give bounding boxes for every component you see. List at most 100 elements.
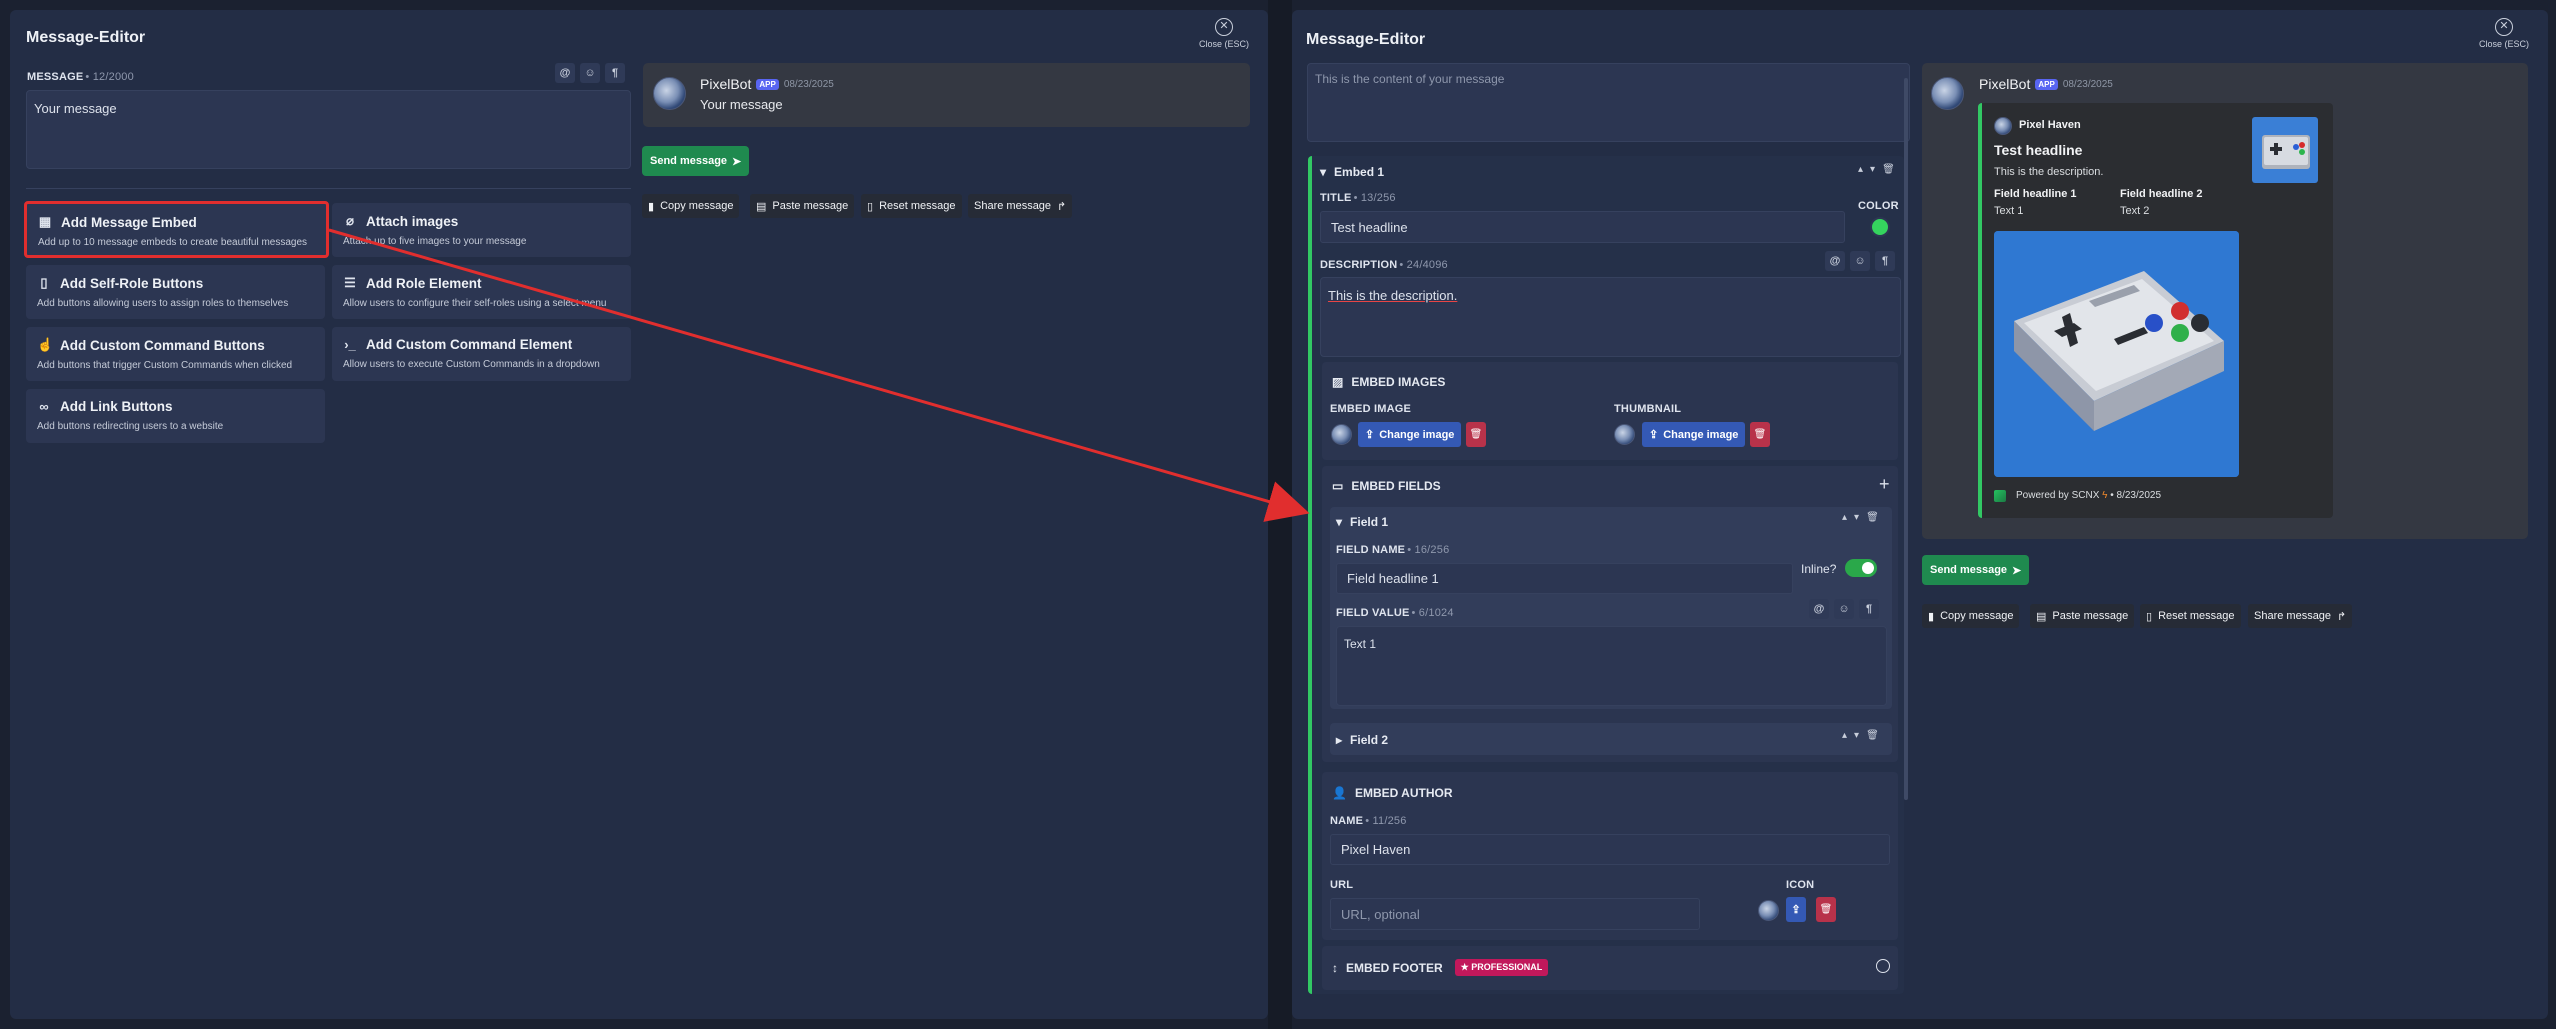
- action-title: Add Link Buttons: [60, 399, 173, 414]
- author-url-input[interactable]: URL, optional: [1330, 898, 1700, 930]
- delete-icon[interactable]: 🗑: [1882, 164, 1895, 175]
- embed-footer-header: ↕ EMBED FOOTER ★ PROFESSIONAL: [1332, 959, 1549, 976]
- move-up-icon[interactable]: ▴: [1842, 730, 1847, 741]
- action-desc: Add buttons allowing users to assign rol…: [37, 298, 289, 309]
- attach-images-button[interactable]: ⌀ Attach images Attach up to five images …: [332, 203, 631, 257]
- add-self-role-buttons-button[interactable]: ▯ Add Self-Role Buttons Add buttons allow…: [26, 265, 325, 319]
- color-picker[interactable]: [1870, 217, 1890, 237]
- mention-icon[interactable]: @: [1809, 599, 1829, 619]
- field-2-editor: [1330, 723, 1892, 755]
- copy-message-button[interactable]: ▮ Copy message: [1922, 604, 2020, 628]
- copy-message-button[interactable]: ▮ Copy message: [642, 194, 740, 218]
- share-icon: ↱: [2337, 610, 2347, 623]
- add-message-embed-button[interactable]: ▦ Add Message Embed Add up to 10 message …: [24, 201, 329, 258]
- message-date: 08/23/2025: [783, 78, 834, 90]
- markdown-icon[interactable]: ¶: [1875, 251, 1895, 271]
- change-thumbnail-button[interactable]: ⇪ Change image: [1642, 422, 1746, 447]
- inline-toggle[interactable]: [1845, 559, 1877, 577]
- emoji-icon[interactable]: ☺: [1850, 251, 1870, 271]
- left-close-button[interactable]: ✕ Close (ESC): [1194, 18, 1254, 49]
- user-icon: 👤: [1332, 786, 1347, 800]
- delete-embed-image-button[interactable]: 🗑: [1466, 422, 1486, 447]
- reset-message-button[interactable]: ▯ Reset message: [861, 194, 962, 218]
- move-down-icon[interactable]: ▾: [1870, 164, 1875, 175]
- pointer-icon: ☝: [37, 337, 54, 352]
- preview-header: PixelBot APP 08/23/2025: [1979, 76, 2113, 92]
- embed-header[interactable]: ▾ Embed 1: [1320, 165, 1384, 179]
- editor-scrollbar[interactable]: [1904, 78, 1908, 800]
- embed-footer-label: EMBED FOOTER: [1346, 960, 1443, 975]
- copy-label: Copy message: [660, 200, 734, 212]
- embed-image: [1994, 231, 2239, 477]
- embed-image-preview: [1331, 424, 1352, 445]
- message-input[interactable]: This is the content of your message: [1307, 63, 1910, 142]
- send-message-button[interactable]: Send message ➤: [1922, 555, 2030, 585]
- author-name-label: NAME • 11/256: [1330, 815, 1407, 827]
- title-label-text: TITLE: [1320, 192, 1352, 204]
- emoji-icon[interactable]: ☺: [580, 63, 600, 83]
- change-embed-image-button[interactable]: ⇪ Change image: [1358, 422, 1462, 447]
- mention-icon[interactable]: @: [1825, 251, 1845, 271]
- paste-message-button[interactable]: ▤ Paste message: [2030, 604, 2135, 628]
- field-2-header[interactable]: ▸ Field 2: [1336, 733, 1388, 747]
- share-message-button[interactable]: Share message ↱: [968, 194, 1073, 218]
- message-input[interactable]: Your message: [26, 90, 631, 169]
- delete-thumbnail-button[interactable]: 🗑: [1750, 422, 1770, 447]
- markdown-icon[interactable]: ¶: [605, 63, 625, 83]
- reset-message-button[interactable]: ▯ Reset message: [2140, 604, 2241, 628]
- title-input[interactable]: Test headline: [1320, 211, 1845, 243]
- upload-author-icon-button[interactable]: ⇪: [1786, 897, 1806, 922]
- markdown-icon[interactable]: ¶: [1859, 599, 1879, 619]
- add-role-element-button[interactable]: ☰ Add Role Element Allow users to configu…: [332, 265, 631, 319]
- message-date: 08/23/2025: [2062, 78, 2113, 90]
- chevron-down-icon: ▾: [1320, 165, 1327, 179]
- fields-icon: ▭: [1332, 479, 1344, 493]
- add-field-icon[interactable]: +: [1879, 474, 1890, 495]
- paste-icon: ▤: [756, 200, 767, 213]
- close-icon: ✕: [1215, 18, 1233, 36]
- delete-icon[interactable]: 🗑: [1866, 512, 1879, 523]
- delete-icon[interactable]: 🗑: [1866, 730, 1879, 741]
- add-custom-command-buttons-button[interactable]: ☝ Add Custom Command Buttons Add buttons …: [26, 327, 325, 381]
- send-icon: ➤: [2012, 564, 2022, 577]
- move-up-icon[interactable]: ▴: [1858, 164, 1863, 175]
- add-link-buttons-button[interactable]: ∞ Add Link Buttons Add buttons redirectin…: [26, 389, 325, 443]
- author-name-count: • 11/256: [1365, 815, 1407, 827]
- emoji-icon[interactable]: ☺: [1834, 599, 1854, 619]
- author-name-label-text: NAME: [1330, 815, 1364, 827]
- paste-message-button[interactable]: ▤ Paste message: [750, 194, 855, 218]
- desc-label-text: DESCRIPTION: [1320, 259, 1398, 271]
- send-label: Send message: [650, 155, 728, 167]
- change-image-label: Change image: [1663, 428, 1739, 441]
- paste-label: Paste message: [2052, 610, 2129, 622]
- field-name-count: • 16/256: [1407, 544, 1450, 556]
- add-custom-command-element-button[interactable]: ›_ Add Custom Command Element Allow users…: [332, 327, 631, 381]
- send-icon: ➤: [732, 155, 742, 168]
- app-badge: APP: [2035, 78, 2058, 90]
- author-name-input[interactable]: Pixel Haven: [1330, 834, 1890, 865]
- field-1-name: Field 1: [1350, 515, 1389, 529]
- share-message-button[interactable]: Share message ↱: [2248, 604, 2353, 628]
- clock-icon[interactable]: [1876, 959, 1890, 973]
- move-down-icon[interactable]: ▾: [1854, 512, 1859, 523]
- field-2-controls: ▴ ▾ 🗑: [1842, 730, 1879, 741]
- field-1-header[interactable]: ▾ Field 1: [1336, 515, 1388, 529]
- right-close-button[interactable]: ✕ Close (ESC): [2474, 18, 2534, 49]
- description-label: DESCRIPTION • 24/4096: [1320, 259, 1448, 271]
- clipboard-icon: ▮: [1928, 610, 1935, 623]
- footer-text: Powered by SCNX: [2016, 490, 2100, 501]
- field-value-count: • 6/1024: [1411, 607, 1454, 619]
- field-name-input[interactable]: Field headline 1: [1336, 563, 1793, 594]
- delete-author-icon-button[interactable]: 🗑: [1816, 897, 1836, 922]
- description-input[interactable]: This is the description.: [1320, 277, 1901, 357]
- field-value-input[interactable]: Text 1: [1336, 626, 1887, 706]
- send-message-button[interactable]: Send message ➤: [642, 146, 750, 176]
- message-format-tools: @ ☺ ¶: [555, 63, 625, 83]
- background-divider: [1268, 0, 1292, 1029]
- table-icon: ▦: [38, 214, 52, 229]
- change-image-label: Change image: [1379, 428, 1455, 441]
- move-up-icon[interactable]: ▴: [1842, 512, 1847, 523]
- reset-label: Reset message: [2158, 610, 2235, 622]
- move-down-icon[interactable]: ▾: [1854, 730, 1859, 741]
- mention-icon[interactable]: @: [555, 63, 575, 83]
